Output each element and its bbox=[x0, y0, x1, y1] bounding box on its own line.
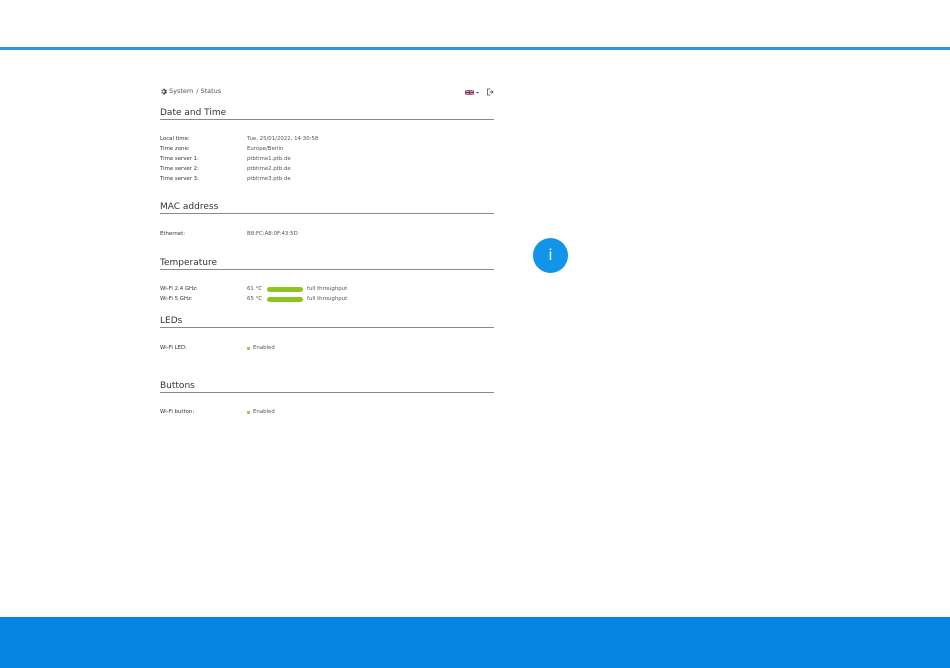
row-label: Local time: bbox=[160, 136, 190, 142]
row-label: Wi-Fi 5 GHz: bbox=[160, 296, 193, 302]
row-wifi-button: Wi-Fi button: Enabled bbox=[160, 407, 494, 417]
row-label: Wi-Fi button: bbox=[160, 409, 195, 415]
section-divider bbox=[160, 269, 494, 270]
status-text: Enabled bbox=[253, 345, 275, 351]
language-selector[interactable] bbox=[465, 89, 486, 95]
row-time-server-1: Time server 1: ptbtime1.ptb.de bbox=[160, 154, 494, 164]
row-value: ptbtime3.ptb.de bbox=[247, 176, 291, 182]
breadcrumb-page: Status bbox=[200, 87, 222, 95]
section-divider bbox=[160, 119, 494, 120]
throughput-status: full throughput bbox=[307, 296, 348, 302]
chevron-down-icon bbox=[476, 91, 479, 93]
uk-flag-icon bbox=[465, 89, 474, 95]
row-wifi-24: Wi-Fi 2.4 GHz: 61 °C full throughput bbox=[160, 284, 494, 294]
row-wifi-led: Wi-Fi LED: Enabled bbox=[160, 343, 494, 353]
row-label: Wi-Fi 2.4 GHz: bbox=[160, 286, 198, 292]
section-title-mac: MAC address bbox=[160, 202, 219, 212]
row-value: Europe/Berlin bbox=[247, 146, 284, 152]
section-divider bbox=[160, 327, 494, 328]
section-divider bbox=[160, 213, 494, 214]
footer-bar bbox=[0, 617, 950, 668]
status-text: Enabled bbox=[253, 409, 275, 415]
header-divider bbox=[0, 47, 950, 50]
status-panel: System / Status Date and Time Local time… bbox=[160, 86, 494, 415]
row-label: Time server 1: bbox=[160, 156, 199, 162]
row-value: Enabled bbox=[247, 343, 275, 353]
gear-icon bbox=[161, 88, 167, 95]
temperature-value: 61 °C bbox=[247, 286, 263, 292]
row-value: ptbtime2.ptb.de bbox=[247, 166, 291, 172]
row-value: Enabled bbox=[247, 407, 275, 417]
status-dot bbox=[247, 346, 250, 350]
row-time-server-2: Time server 2: ptbtime2.ptb.de bbox=[160, 164, 494, 174]
info-icon[interactable]: i bbox=[533, 238, 568, 273]
breadcrumb-separator: / bbox=[196, 87, 199, 95]
row-time-zone: Time zone: Europe/Berlin bbox=[160, 144, 494, 154]
section-divider bbox=[160, 392, 494, 393]
breadcrumb: System / Status bbox=[160, 87, 221, 95]
section-title-temperature: Temperature bbox=[160, 258, 218, 268]
section-title-date-time: Date and Time bbox=[160, 108, 227, 118]
row-value: Tue, 25/01/2022, 14:30:58 bbox=[247, 136, 319, 142]
header-tools bbox=[465, 88, 494, 96]
row-label: Wi-Fi LED: bbox=[160, 345, 187, 351]
row-label: Ethernet: bbox=[160, 231, 186, 237]
row-value: B8:FC:A8:0F:43:5D bbox=[247, 231, 298, 237]
row-ethernet: Ethernet: B8:FC:A8:0F:43:5D bbox=[160, 229, 494, 239]
logout-icon[interactable] bbox=[486, 88, 494, 96]
panel-header: System / Status bbox=[160, 86, 494, 100]
row-value: 65 °C full throughput bbox=[247, 294, 347, 304]
row-label: Time server 3: bbox=[160, 176, 199, 182]
row-wifi-5: Wi-Fi 5 GHz: 65 °C full throughput bbox=[160, 294, 494, 304]
breadcrumb-section[interactable]: System bbox=[169, 87, 193, 95]
temperature-bar bbox=[267, 286, 304, 292]
section-title-buttons: Buttons bbox=[160, 381, 195, 391]
row-time-server-3: Time server 3: ptbtime3.ptb.de bbox=[160, 174, 494, 184]
row-label: Time server 2: bbox=[160, 166, 199, 172]
temperature-bar bbox=[267, 296, 304, 302]
temperature-value: 65 °C bbox=[247, 296, 263, 302]
status-dot bbox=[247, 410, 250, 414]
throughput-status: full throughput bbox=[307, 286, 348, 292]
row-value: 61 °C full throughput bbox=[247, 284, 347, 294]
row-local-time: Local time: Tue, 25/01/2022, 14:30:58 bbox=[160, 134, 494, 144]
row-value: ptbtime1.ptb.de bbox=[247, 156, 291, 162]
row-label: Time zone: bbox=[160, 146, 190, 152]
section-title-leds: LEDs bbox=[160, 316, 183, 326]
